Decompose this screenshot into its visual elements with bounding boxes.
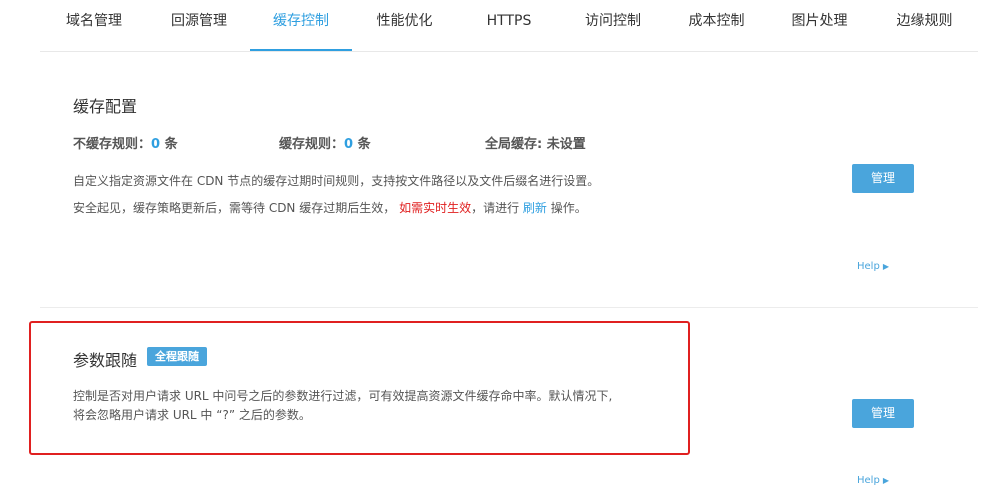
realtime-effect-note: 如需实时生效 — [399, 201, 472, 215]
tab-performance[interactable]: 性能优化 — [352, 0, 457, 51]
global-cache-label: 全局缓存: — [485, 137, 543, 152]
global-cache-value: 未设置 — [546, 137, 586, 152]
no-cache-rules-unit: 条 — [164, 137, 178, 152]
cache-rules-stat: 缓存规则：0 条 — [279, 133, 371, 152]
refresh-link[interactable]: 刷新 — [523, 201, 547, 215]
param-follow-help-link[interactable]: Help ▶ — [857, 475, 889, 486]
cache-rules-label: 缓存规则： — [279, 137, 345, 152]
tab-https[interactable]: HTTPS — [457, 0, 561, 51]
cache-config-description-1: 自定义指定资源文件在 CDN 节点的缓存过期时间规则，支持按文件路径以及文件后缀… — [73, 174, 600, 188]
cache-config-help-link[interactable]: Help ▶ — [857, 261, 889, 272]
param-follow-description-2: 将会忽略用户请求 URL 中 “?” 之后的参数。 — [73, 408, 311, 422]
param-follow-description-1: 控制是否对用户请求 URL 中问号之后的参数进行过滤，可有效提高资源文件缓存命中… — [73, 389, 613, 403]
tab-origin-management[interactable]: 回源管理 — [148, 0, 250, 51]
section-divider — [40, 307, 978, 308]
active-tab-indicator — [250, 49, 352, 51]
no-cache-rules-stat: 不缓存规则：0 条 — [73, 133, 178, 152]
param-follow-status-badge: 全程跟随 — [147, 347, 207, 366]
tab-cache-control[interactable]: 缓存控制 — [250, 0, 352, 51]
param-follow-title: 参数跟随 — [73, 351, 138, 370]
cache-rules-unit: 条 — [357, 137, 371, 152]
param-follow-manage-button[interactable]: 管理 — [852, 399, 914, 428]
play-arrow-icon: ▶ — [882, 262, 889, 271]
cache-config-description-2: 安全起见，缓存策略更新后，需等待 CDN 缓存过期后生效， 如需实时生效，请进行… — [73, 198, 587, 218]
tab-cost-control[interactable]: 成本控制 — [665, 0, 768, 51]
tab-image-processing[interactable]: 图片处理 — [768, 0, 871, 51]
no-cache-rules-label: 不缓存规则： — [73, 137, 152, 152]
cache-config-manage-button[interactable]: 管理 — [852, 164, 914, 193]
global-cache-stat: 全局缓存: 未设置 — [485, 133, 586, 152]
param-follow-help-label: Help — [857, 475, 880, 486]
tab-edge-rules[interactable]: 边缘规则 — [871, 0, 978, 51]
cache-config-title: 缓存配置 — [73, 97, 138, 116]
cache-config-help-label: Help — [857, 261, 880, 272]
cache-config-desc-suffix: 操作。 — [550, 201, 587, 215]
tab-access-control[interactable]: 访问控制 — [561, 0, 665, 51]
no-cache-rules-count: 0 — [151, 137, 161, 152]
cache-config-desc-prefix: 安全起见，缓存策略更新后，需等待 CDN 缓存过期后生效， — [73, 201, 396, 215]
play-arrow-icon: ▶ — [882, 476, 889, 485]
cache-config-desc-mid: ，请进行 — [471, 201, 520, 215]
tab-domain-management[interactable]: 域名管理 — [40, 0, 148, 51]
tab-bar: 域名管理 回源管理 缓存控制 性能优化 HTTPS 访问控制 成本控制 图片处理… — [40, 0, 978, 52]
cache-rules-count: 0 — [344, 137, 354, 152]
